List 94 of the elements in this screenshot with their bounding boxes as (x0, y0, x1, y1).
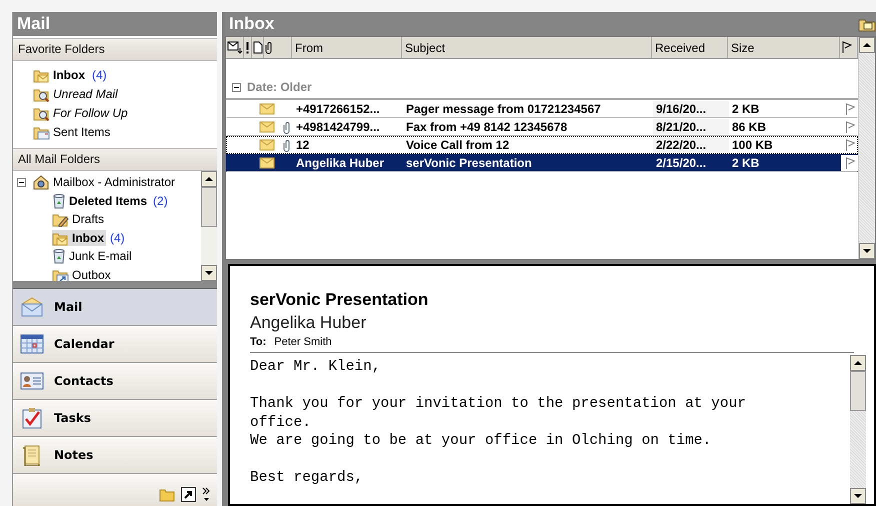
configure-buttons-button[interactable] (202, 487, 211, 502)
nav-button[interactable]: Mail (13, 289, 217, 326)
message-row[interactable]: +4917266152... Pager message from 01721234567 9/16/20... 2 KB (226, 100, 858, 118)
envelope-icon (259, 139, 275, 151)
scrollbar[interactable] (858, 37, 875, 259)
section-header: All Mail Folders (13, 148, 217, 171)
group-label: Date: Older (247, 80, 312, 94)
trash-can-icon (52, 248, 66, 264)
column-header[interactable] (252, 37, 264, 58)
to-label: To: (250, 336, 266, 348)
scroll-down-button[interactable] (850, 488, 866, 504)
paperclip-icon (265, 41, 272, 54)
folder-item[interactable]: Deleted Items (52, 192, 150, 209)
envelope-icon (20, 296, 44, 318)
column-header[interactable] (226, 37, 244, 58)
sender-name: Angelika Huber (250, 313, 366, 333)
scroll-down-button[interactable] (859, 243, 875, 259)
size-cell-text: 2 KB (731, 155, 760, 171)
column-header[interactable]: From (292, 37, 402, 58)
unread-count: (4) (110, 230, 125, 245)
size-cell-text: 100 KB (731, 137, 774, 153)
mailbox-house-icon (32, 174, 50, 190)
size-cell-text: 2 KB (731, 101, 760, 117)
clipboard-check-icon (20, 407, 44, 429)
date-cell: 9/16/20... (653, 101, 729, 117)
recipient-name: Peter Smith (274, 336, 332, 348)
envelope-icon (259, 121, 275, 133)
flag-icon (845, 121, 855, 133)
splitter-handle[interactable] (13, 281, 217, 289)
flag-icon (845, 157, 855, 169)
nav-button[interactable]: Calendar (13, 326, 217, 363)
scroll-thumb[interactable] (201, 187, 217, 227)
column-header[interactable] (264, 37, 292, 58)
date-cell-text: 2/15/20... (655, 155, 708, 171)
date-cell: 2/22/20... (653, 137, 729, 153)
flag-icon (841, 41, 852, 54)
message-row[interactable]: Angelika Huber serVonic Presentation 2/15/20... 2 KB (226, 154, 858, 172)
column-header[interactable] (244, 37, 252, 58)
date-cell: 8/21/20... (653, 119, 729, 135)
sender-cell-text: 12 (295, 137, 310, 153)
pane-title: Mail (13, 12, 217, 36)
contact-card-icon (20, 370, 44, 392)
collapse-toggle[interactable] (232, 82, 241, 92)
column-header[interactable]: Size (728, 37, 840, 58)
envelope-icon (259, 157, 275, 169)
flag-icon (845, 139, 855, 151)
folder-item[interactable]: Unread Mail (33, 85, 118, 102)
inbox-title: Inbox (229, 13, 274, 35)
trash-can-icon (52, 192, 66, 209)
shortcuts-button[interactable] (181, 487, 196, 502)
folder-item[interactable]: Inbox (4) (33, 66, 107, 83)
flag-icon (845, 103, 855, 115)
folder-item[interactable]: Junk E-mail (52, 248, 134, 264)
column-header[interactable]: Received (652, 37, 728, 58)
exclamation-icon (245, 41, 250, 54)
folder-item[interactable]: For Follow Up (33, 104, 128, 121)
sender-cell-text: +4981424799... (295, 119, 381, 135)
folder-item[interactable]: Sent Items (33, 123, 110, 140)
scroll-up-button[interactable] (859, 37, 875, 53)
column-header[interactable]: Subject (402, 37, 652, 58)
message-text: Thank you for your invitation to the presentation at your office. (250, 394, 747, 431)
sender-cell-text: Angelika Huber (295, 155, 386, 171)
size-cell-text: 86 KB (731, 119, 768, 135)
message-text: We are going to be at your office in Olching on time. (250, 431, 712, 450)
folder-list-button[interactable] (159, 488, 175, 502)
nav-button[interactable]: Tasks (13, 400, 217, 437)
scroll-thumb[interactable] (850, 371, 866, 411)
subject-cell-text: Voice Call from 12 (405, 137, 510, 153)
folder-item[interactable]: Drafts (52, 211, 106, 228)
message-text: Best regards, (250, 468, 364, 486)
message-row[interactable]: +4981424799... Fax from +49 8142 12345678 8/21/20... 86 KB (226, 118, 858, 136)
page-icon (253, 41, 263, 54)
subject-cell-text: Pager message from 01721234567 (405, 101, 602, 117)
scroll-down-button[interactable] (201, 265, 217, 281)
subject-cell-text: Fax from +49 8142 12345678 (405, 119, 568, 135)
scrollbar[interactable] (850, 355, 866, 504)
subject-cell-text: serVonic Presentation (405, 155, 533, 171)
message-text: Dear Mr. Klein, (250, 357, 382, 376)
collapse-toggle[interactable] (17, 178, 26, 187)
folder-item[interactable]: Mailbox - Administrator (32, 174, 178, 190)
folder-icon (159, 488, 175, 502)
envelope-icon (259, 103, 275, 115)
nav-button[interactable]: Notes (13, 437, 217, 474)
chevron-down-icon (202, 487, 211, 502)
calendar-icon (20, 333, 44, 355)
scrollbar[interactable] (201, 171, 217, 281)
nav-button[interactable]: Contacts (13, 363, 217, 400)
scroll-up-button[interactable] (201, 171, 217, 187)
section-header: Favorite Folders (13, 38, 217, 61)
sender-cell-text: +4917266152... (295, 101, 381, 117)
scroll-up-button[interactable] (850, 355, 866, 371)
folder-item[interactable]: Inbox (52, 230, 106, 246)
message-subject: serVonic Presentation (250, 290, 428, 310)
unread-count: (2) (153, 194, 168, 208)
